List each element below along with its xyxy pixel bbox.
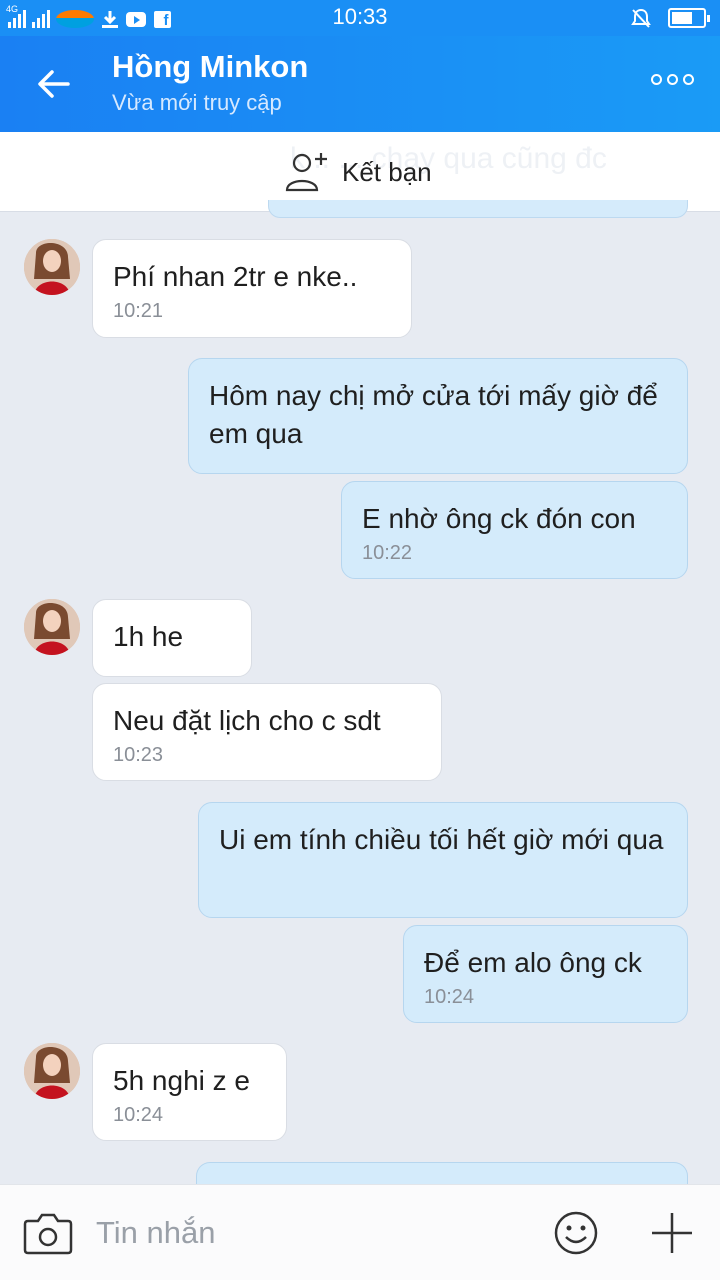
avatar[interactable] [24,239,80,295]
message-text: Hôm nay chị mở cửa tới mấy giờ để em qua [209,380,658,449]
message-bubble-outgoing[interactable]: Ui em tính chiều tối hết giờ mới qua [198,802,688,918]
avatar[interactable] [24,599,80,655]
clock: 10:33 [332,4,388,29]
arrow-left-icon[interactable] [30,62,80,106]
plus-icon[interactable] [648,1209,696,1257]
message-time: 10:24 [113,1104,164,1126]
chat-header: Hồng Minkon Vừa mới truy cập [0,36,720,132]
message-text: Ui em tính chiều tối hết giờ mới qua [219,824,664,855]
battery-level [672,12,692,24]
message-input[interactable]: Tin nhắn [96,1215,216,1251]
message-time: 10:23 [113,744,164,766]
status-right-icons [630,7,710,29]
contact-name[interactable]: Hồng Minkon [112,49,308,85]
status-bar: 4G f 10:33 [0,0,720,36]
message-time: 10:21 [113,300,164,322]
mute-icon [631,8,651,28]
message-text: E nhờ ông ck đón con [362,503,636,534]
camera-icon[interactable] [22,1209,74,1257]
message-input-bar: Tin nhắn [0,1184,720,1280]
message-text: 1h he [113,621,184,652]
add-friend-label: Kết bạn [342,156,432,187]
contact-status: Vừa mới truy cập [112,90,282,115]
emoji-icon[interactable] [552,1209,600,1257]
message-bubble-outgoing[interactable]: E nhờ ông ck đón con 10:22 [341,481,688,579]
add-friend-button[interactable]: Kết bạn [284,150,432,194]
message-bubble-incoming[interactable]: 1h he [92,599,252,677]
message-text: Phí nhan 2tr e nke.. [113,261,358,292]
message-text: Để em alo ông ck [424,947,642,978]
message-text: 5h nghi z e [113,1065,250,1096]
message-bubble-outgoing[interactable]: Để em alo ông ck 10:24 [403,925,688,1023]
message-time: 10:24 [424,986,475,1008]
message-time: 10:22 [362,542,413,564]
message-bubble-outgoing[interactable]: Hôm nay chị mở cửa tới mấy giờ để em qua [188,358,688,474]
battery-icon [668,8,710,28]
message-text: Neu đặt lịch cho c sdt [113,705,381,736]
message-bubble-incoming[interactable]: Phí nhan 2tr e nke.. 10:21 [92,239,412,338]
add-user-icon [285,153,327,192]
message-bubble-incoming[interactable]: 5h nghi z e 10:24 [92,1043,287,1141]
previous-message-edge [268,200,688,218]
more-dots-icon[interactable] [651,74,694,85]
message-bubble-incoming[interactable]: Neu đặt lịch cho c sdt 10:23 [92,683,442,781]
avatar[interactable] [24,1043,80,1099]
